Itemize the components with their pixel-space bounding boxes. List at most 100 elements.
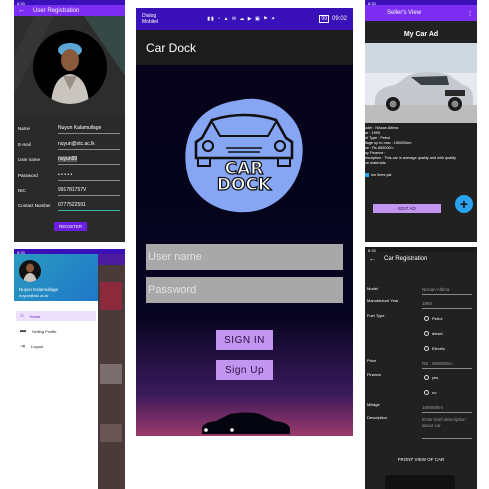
- car-registration-screen: 8:33 ← Car Registration Model Nissan Alt…: [365, 247, 477, 489]
- car-icon: ▬: [20, 328, 26, 334]
- radio-icon: [424, 390, 429, 395]
- nic-underline: [58, 195, 120, 196]
- drawer-item-selling-profile[interactable]: ▬ Selling Profile: [16, 326, 96, 336]
- drawer-item-label: Home: [29, 313, 41, 319]
- mileage-underline: [422, 412, 472, 413]
- radio-icon: [424, 331, 429, 336]
- battery-text: 99: [319, 15, 329, 23]
- nic-field[interactable]: 991781757V: [58, 187, 86, 193]
- username-field[interactable]: nuyun99: [58, 156, 78, 162]
- status-checkbox[interactable]: mo fiees yat: [365, 173, 391, 177]
- finance-option-no[interactable]: no: [424, 390, 436, 395]
- sign-up-button[interactable]: Sign Up: [216, 360, 273, 380]
- logout-icon: ⇥: [20, 343, 26, 350]
- overflow-menu-icon[interactable]: ⋮: [467, 10, 473, 17]
- edit-ad-button[interactable]: EDIT AD: [373, 204, 441, 213]
- price-underline: [422, 368, 472, 369]
- radio-label: Electric: [432, 346, 446, 351]
- contact-label: Contact Number: [18, 203, 51, 208]
- drawer-item-logout[interactable]: ⇥ Logout: [16, 341, 96, 351]
- description-label: Description: [367, 415, 388, 420]
- mileage-input[interactable]: 150000km: [422, 405, 443, 410]
- fuel-option-electric[interactable]: Electric: [424, 346, 445, 351]
- status-icons: ▮▮ ◔ ▲ ✉ ☁ ▶ ▣ ⚑ ✦: [207, 16, 277, 22]
- fuel-type-label: Fuel Type: [367, 313, 385, 318]
- nav-drawer: Nuyun Kalamullage nuyun@stc.ac.lk ⌂ Home…: [14, 254, 98, 489]
- mileage-label: Millage: [367, 402, 380, 407]
- front-view-image-placeholder[interactable]: [385, 475, 455, 489]
- registration-screen: 8:33 ← User Registration Name Nuyun Kala…: [14, 0, 125, 242]
- email-underline: [58, 149, 120, 150]
- radio-icon: [424, 316, 429, 321]
- car-silhouette-image: [202, 412, 290, 434]
- register-button[interactable]: REGISTER: [54, 222, 87, 231]
- avatar[interactable]: [33, 30, 107, 104]
- back-arrow-icon[interactable]: ←: [369, 256, 376, 263]
- finance-label: Finance: [367, 372, 382, 377]
- finance-option-yes[interactable]: yes: [424, 375, 438, 380]
- year-label: Manufacture Year: [367, 298, 399, 303]
- sign-in-button[interactable]: SIGN IN: [216, 330, 273, 350]
- checkbox-label: mo fiees yat: [371, 173, 392, 177]
- password-label: Password: [18, 173, 38, 178]
- ad-title: My Car Ad: [403, 31, 439, 38]
- radio-label: no: [432, 390, 437, 395]
- drawer-item-label: Selling Profile: [32, 328, 57, 334]
- app-title: Car Dock: [146, 40, 197, 55]
- drawer-item-home[interactable]: ⌂ Home: [16, 311, 96, 321]
- app-bar: Car Dock: [136, 30, 353, 65]
- radio-label: yes: [432, 375, 439, 380]
- model-underline: [422, 294, 472, 295]
- front-view-label: FRONT VIEW OF CAR: [397, 457, 445, 462]
- contact-field[interactable]: 0777522591: [58, 202, 86, 208]
- description-input[interactable]: Enter brief description about car: [422, 417, 472, 429]
- drawer-screen: 8:33 Nuyun Kalamullage nuyun@stc.ac.lk ⌂…: [14, 249, 125, 489]
- app-bar: Seller's View ⋮: [365, 5, 477, 21]
- ad-details: odel : Nissan Altima ar : 1999 el Type :…: [365, 126, 477, 166]
- name-label: Name: [18, 126, 31, 131]
- status-time: 8:33: [368, 1, 376, 6]
- underlying-content: [98, 254, 125, 489]
- page-title: Car Registration: [384, 256, 428, 262]
- car-dock-logo: [185, 98, 303, 213]
- fuel-option-diesel[interactable]: diesel: [424, 331, 442, 336]
- seller-view-screen: 8:33 Seller's View ⋮ My Car Ad odel : Ni…: [365, 0, 477, 242]
- drawer-user-name: Nuyun Kalamullage: [19, 287, 59, 292]
- radio-icon: [424, 375, 429, 380]
- app-bar: ← Car Registration: [365, 252, 477, 266]
- add-fab-button[interactable]: +: [455, 195, 473, 213]
- checkbox-icon: [365, 173, 369, 177]
- price-label: Price: [367, 358, 377, 363]
- name-field[interactable]: Nuyun Kalamullage: [58, 125, 101, 131]
- status-time: 8:33: [17, 1, 25, 6]
- radio-label: Petrol: [432, 316, 443, 321]
- drawer-avatar: [19, 260, 41, 282]
- status-bar: Dialog Mobitel ▮▮ ◔ ▲ ✉ ☁ ▶ ▣ ⚑ ✦ 99 09:…: [136, 8, 353, 30]
- back-arrow-icon[interactable]: ←: [18, 7, 25, 14]
- email-field[interactable]: nuyun@stc.ac.lk: [58, 141, 95, 147]
- login-screen: Dialog Mobitel ▮▮ ◔ ▲ ✉ ☁ ▶ ▣ ⚑ ✦ 99 09:…: [136, 8, 353, 436]
- app-bar: ← User Registration: [14, 5, 125, 16]
- username-label: User name: [18, 157, 41, 162]
- home-icon: ⌂: [20, 313, 24, 319]
- username-underline: [58, 164, 120, 165]
- logo-text-dock: DOCK: [216, 175, 272, 195]
- page-title: User Registration: [33, 7, 80, 14]
- password-input[interactable]: Password: [146, 277, 343, 303]
- password-field[interactable]: • • • • •: [58, 172, 72, 178]
- email-label: E-mail: [18, 142, 31, 147]
- drawer-user-email: nuyun@stc.ac.lk: [19, 293, 49, 298]
- name-underline: [58, 133, 120, 134]
- avatar-image: [51, 43, 89, 104]
- year-input[interactable]: 1992: [422, 301, 432, 306]
- fuel-option-petrol[interactable]: Petrol: [424, 316, 442, 321]
- page-title: Seller's View: [387, 10, 422, 16]
- username-input[interactable]: User name: [146, 244, 343, 270]
- carrier-text: Dialog Mobitel: [142, 13, 159, 25]
- price-input[interactable]: RS . 6500000/=: [422, 361, 453, 366]
- model-input[interactable]: Nissan Altima: [422, 287, 449, 292]
- description-underline: [422, 438, 472, 439]
- car-photo: [365, 43, 477, 123]
- drawer-header: Nuyun Kalamullage nuyun@stc.ac.lk: [14, 254, 98, 301]
- contact-underline: [58, 210, 120, 211]
